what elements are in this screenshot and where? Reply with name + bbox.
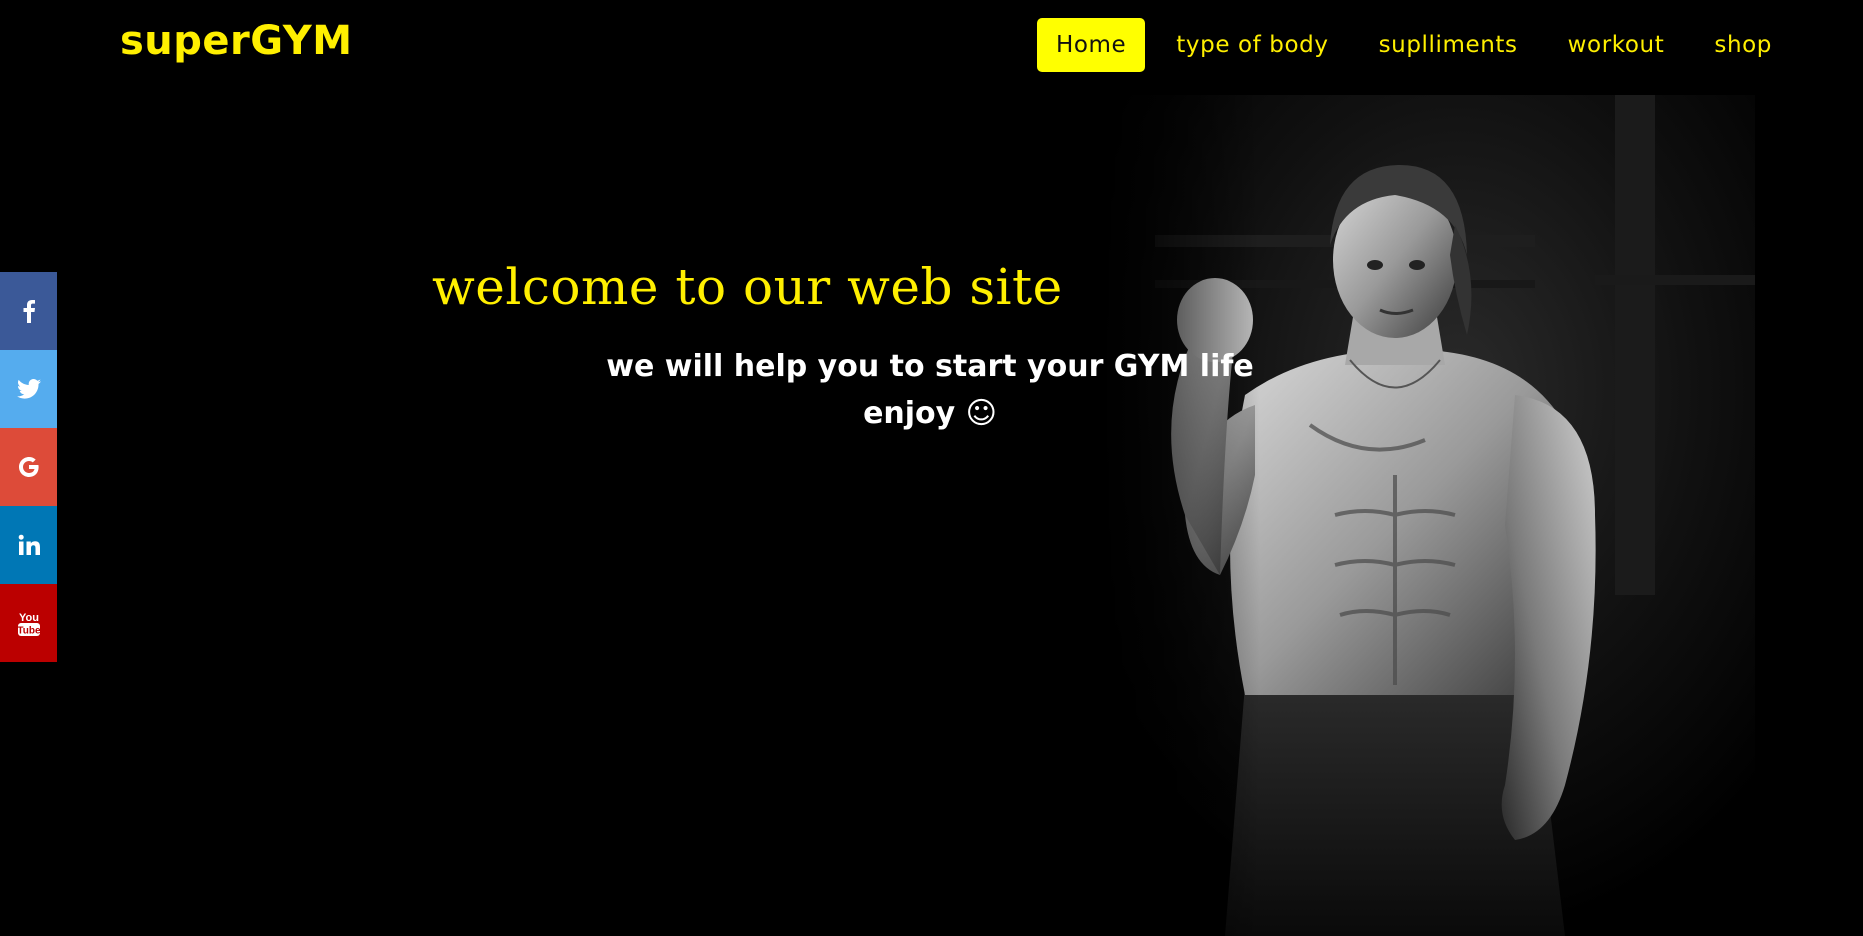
linkedin-icon <box>18 534 40 555</box>
facebook-icon <box>23 300 35 323</box>
svg-text:Tube: Tube <box>17 626 41 637</box>
google-button[interactable] <box>0 428 57 506</box>
linkedin-button[interactable] <box>0 506 57 584</box>
nav-shop[interactable]: shop <box>1695 18 1791 72</box>
facebook-button[interactable] <box>0 272 57 350</box>
nav-type-of-body[interactable]: type of body <box>1157 18 1347 72</box>
youtube-icon: You Tube <box>17 612 41 637</box>
social-sidebar: You Tube <box>0 272 57 662</box>
svg-text:You: You <box>19 612 39 624</box>
youtube-button[interactable]: You Tube <box>0 584 57 662</box>
nav-suplliments[interactable]: suplliments <box>1360 18 1537 72</box>
welcome-heading: welcome to our web site <box>432 258 1063 316</box>
twitter-button[interactable] <box>0 350 57 428</box>
bodybuilder-photo <box>1095 95 1755 936</box>
page: superGYM Home type of body suplliments w… <box>0 0 1863 936</box>
tagline-line-2: enjoy ☺ <box>863 396 997 431</box>
hero-tagline: we will help you to start your GYM life … <box>600 343 1260 437</box>
nav-workout[interactable]: workout <box>1549 18 1684 72</box>
nav-home[interactable]: Home <box>1036 18 1146 72</box>
site-logo[interactable]: superGYM <box>120 18 353 64</box>
google-icon <box>18 457 39 477</box>
tagline-line-1: we will help you to start your GYM life <box>606 349 1254 384</box>
twitter-icon <box>16 379 41 399</box>
main-nav: Home type of body suplliments workout sh… <box>1031 18 1863 72</box>
